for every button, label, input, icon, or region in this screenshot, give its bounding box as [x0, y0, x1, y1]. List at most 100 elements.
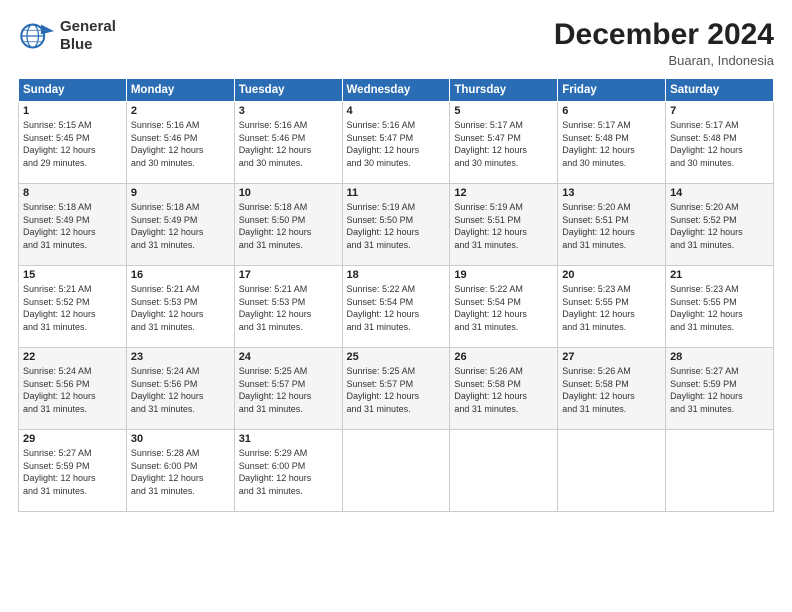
calendar-cell: 26 Sunrise: 5:26 AM Sunset: 5:58 PM Dayli…: [450, 348, 558, 430]
day-info: Sunrise: 5:15 AM Sunset: 5:45 PM Dayligh…: [23, 119, 122, 169]
logo-line2: Blue: [60, 36, 116, 54]
day-info: Sunrise: 5:21 AM Sunset: 5:52 PM Dayligh…: [23, 283, 122, 333]
calendar-cell: 4 Sunrise: 5:16 AM Sunset: 5:47 PM Daylig…: [342, 102, 450, 184]
calendar-cell: 1 Sunrise: 5:15 AM Sunset: 5:45 PM Daylig…: [19, 102, 127, 184]
day-number: 4: [347, 105, 446, 117]
day-number: 27: [562, 351, 661, 363]
day-info: Sunrise: 5:17 AM Sunset: 5:47 PM Dayligh…: [454, 119, 553, 169]
calendar-cell: [342, 430, 450, 512]
calendar-cell: 22 Sunrise: 5:24 AM Sunset: 5:56 PM Dayli…: [19, 348, 127, 430]
page: General Blue December 2024 Buaran, Indon…: [0, 0, 792, 612]
day-info: Sunrise: 5:23 AM Sunset: 5:55 PM Dayligh…: [670, 283, 769, 333]
calendar-cell: 15 Sunrise: 5:21 AM Sunset: 5:52 PM Dayli…: [19, 266, 127, 348]
calendar-week-4: 22 Sunrise: 5:24 AM Sunset: 5:56 PM Dayli…: [19, 348, 774, 430]
day-number: 18: [347, 269, 446, 281]
day-number: 19: [454, 269, 553, 281]
day-info: Sunrise: 5:24 AM Sunset: 5:56 PM Dayligh…: [131, 365, 230, 415]
weekday-header-thursday: Thursday: [450, 79, 558, 102]
day-info: Sunrise: 5:23 AM Sunset: 5:55 PM Dayligh…: [562, 283, 661, 333]
calendar-cell: 30Sunrise: 5:28 AM Sunset: 6:00 PM Dayli…: [126, 430, 234, 512]
calendar-cell: 2 Sunrise: 5:16 AM Sunset: 5:46 PM Daylig…: [126, 102, 234, 184]
weekday-header-saturday: Saturday: [666, 79, 774, 102]
weekday-header-row: SundayMondayTuesdayWednesdayThursdayFrid…: [19, 79, 774, 102]
day-info: Sunrise: 5:19 AM Sunset: 5:51 PM Dayligh…: [454, 201, 553, 251]
calendar-cell: 29 Sunrise: 5:27 AM Sunset: 5:59 PM Dayli…: [19, 430, 127, 512]
day-number: 17: [239, 269, 338, 281]
logo-text: General Blue: [60, 18, 116, 54]
day-number: 5: [454, 105, 553, 117]
month-title: December 2024: [554, 18, 774, 51]
weekday-header-tuesday: Tuesday: [234, 79, 342, 102]
day-info: Sunrise: 5:20 AM Sunset: 5:52 PM Dayligh…: [670, 201, 769, 251]
day-info: Sunrise: 5:25 AM Sunset: 5:57 PM Dayligh…: [347, 365, 446, 415]
calendar-cell: 11 Sunrise: 5:19 AM Sunset: 5:50 PM Dayli…: [342, 184, 450, 266]
title-block: December 2024 Buaran, Indonesia: [554, 18, 774, 68]
calendar-cell: 17 Sunrise: 5:21 AM Sunset: 5:53 PM Dayli…: [234, 266, 342, 348]
calendar-cell: [450, 430, 558, 512]
day-number: 7: [670, 105, 769, 117]
calendar-cell: [666, 430, 774, 512]
day-info: Sunrise: 5:25 AM Sunset: 5:57 PM Dayligh…: [239, 365, 338, 415]
calendar-cell: 10Sunrise: 5:18 AM Sunset: 5:50 PM Dayli…: [234, 184, 342, 266]
day-number: 14: [670, 187, 769, 199]
day-number: 29: [23, 433, 122, 445]
day-info: Sunrise: 5:18 AM Sunset: 5:49 PM Dayligh…: [131, 201, 230, 251]
day-info: Sunrise: 5:19 AM Sunset: 5:50 PM Dayligh…: [347, 201, 446, 251]
day-info: Sunrise: 5:21 AM Sunset: 5:53 PM Dayligh…: [131, 283, 230, 333]
header: General Blue December 2024 Buaran, Indon…: [18, 18, 774, 68]
calendar-cell: 20 Sunrise: 5:23 AM Sunset: 5:55 PM Dayli…: [558, 266, 666, 348]
generalblue-logo-icon: [18, 18, 54, 54]
day-number: 21: [670, 269, 769, 281]
calendar-cell: 5 Sunrise: 5:17 AM Sunset: 5:47 PM Daylig…: [450, 102, 558, 184]
day-number: 22: [23, 351, 122, 363]
day-number: 1: [23, 105, 122, 117]
calendar-cell: 23 Sunrise: 5:24 AM Sunset: 5:56 PM Dayli…: [126, 348, 234, 430]
calendar-cell: 24 Sunrise: 5:25 AM Sunset: 5:57 PM Dayli…: [234, 348, 342, 430]
calendar-cell: [558, 430, 666, 512]
weekday-header-wednesday: Wednesday: [342, 79, 450, 102]
calendar-cell: 7 Sunrise: 5:17 AM Sunset: 5:48 PM Daylig…: [666, 102, 774, 184]
day-info: Sunrise: 5:24 AM Sunset: 5:56 PM Dayligh…: [23, 365, 122, 415]
calendar-week-5: 29 Sunrise: 5:27 AM Sunset: 5:59 PM Dayli…: [19, 430, 774, 512]
day-info: Sunrise: 5:26 AM Sunset: 5:58 PM Dayligh…: [454, 365, 553, 415]
day-info: Sunrise: 5:17 AM Sunset: 5:48 PM Dayligh…: [670, 119, 769, 169]
day-info: Sunrise: 5:18 AM Sunset: 5:50 PM Dayligh…: [239, 201, 338, 251]
calendar-week-1: 1 Sunrise: 5:15 AM Sunset: 5:45 PM Daylig…: [19, 102, 774, 184]
day-number: 13: [562, 187, 661, 199]
day-info: Sunrise: 5:21 AM Sunset: 5:53 PM Dayligh…: [239, 283, 338, 333]
day-number: 11: [347, 187, 446, 199]
day-number: 24: [239, 351, 338, 363]
day-info: Sunrise: 5:17 AM Sunset: 5:48 PM Dayligh…: [562, 119, 661, 169]
calendar-cell: 3Sunrise: 5:16 AM Sunset: 5:46 PM Daylig…: [234, 102, 342, 184]
weekday-header-friday: Friday: [558, 79, 666, 102]
calendar-body: 1 Sunrise: 5:15 AM Sunset: 5:45 PM Daylig…: [19, 102, 774, 512]
day-number: 30: [131, 433, 230, 445]
day-info: Sunrise: 5:22 AM Sunset: 5:54 PM Dayligh…: [347, 283, 446, 333]
day-info: Sunrise: 5:27 AM Sunset: 5:59 PM Dayligh…: [23, 447, 122, 497]
day-number: 15: [23, 269, 122, 281]
calendar-cell: 19Sunrise: 5:22 AM Sunset: 5:54 PM Dayli…: [450, 266, 558, 348]
calendar-cell: 9Sunrise: 5:18 AM Sunset: 5:49 PM Daylig…: [126, 184, 234, 266]
day-number: 20: [562, 269, 661, 281]
calendar-cell: 16 Sunrise: 5:21 AM Sunset: 5:53 PM Dayli…: [126, 266, 234, 348]
calendar-cell: 25Sunrise: 5:25 AM Sunset: 5:57 PM Dayli…: [342, 348, 450, 430]
calendar-cell: 28Sunrise: 5:27 AM Sunset: 5:59 PM Dayli…: [666, 348, 774, 430]
day-number: 8: [23, 187, 122, 199]
day-number: 16: [131, 269, 230, 281]
day-number: 2: [131, 105, 230, 117]
calendar-cell: 18 Sunrise: 5:22 AM Sunset: 5:54 PM Dayli…: [342, 266, 450, 348]
day-info: Sunrise: 5:16 AM Sunset: 5:46 PM Dayligh…: [131, 119, 230, 169]
day-info: Sunrise: 5:16 AM Sunset: 5:47 PM Dayligh…: [347, 119, 446, 169]
calendar-week-2: 8 Sunrise: 5:18 AM Sunset: 5:49 PM Daylig…: [19, 184, 774, 266]
calendar-cell: 8 Sunrise: 5:18 AM Sunset: 5:49 PM Daylig…: [19, 184, 127, 266]
day-number: 6: [562, 105, 661, 117]
day-number: 26: [454, 351, 553, 363]
calendar-week-3: 15 Sunrise: 5:21 AM Sunset: 5:52 PM Dayli…: [19, 266, 774, 348]
calendar-cell: 14 Sunrise: 5:20 AM Sunset: 5:52 PM Dayli…: [666, 184, 774, 266]
calendar-cell: 12 Sunrise: 5:19 AM Sunset: 5:51 PM Dayli…: [450, 184, 558, 266]
calendar-table: SundayMondayTuesdayWednesdayThursdayFrid…: [18, 78, 774, 512]
day-info: Sunrise: 5:18 AM Sunset: 5:49 PM Dayligh…: [23, 201, 122, 251]
day-number: 3: [239, 105, 338, 117]
day-number: 12: [454, 187, 553, 199]
day-number: 23: [131, 351, 230, 363]
